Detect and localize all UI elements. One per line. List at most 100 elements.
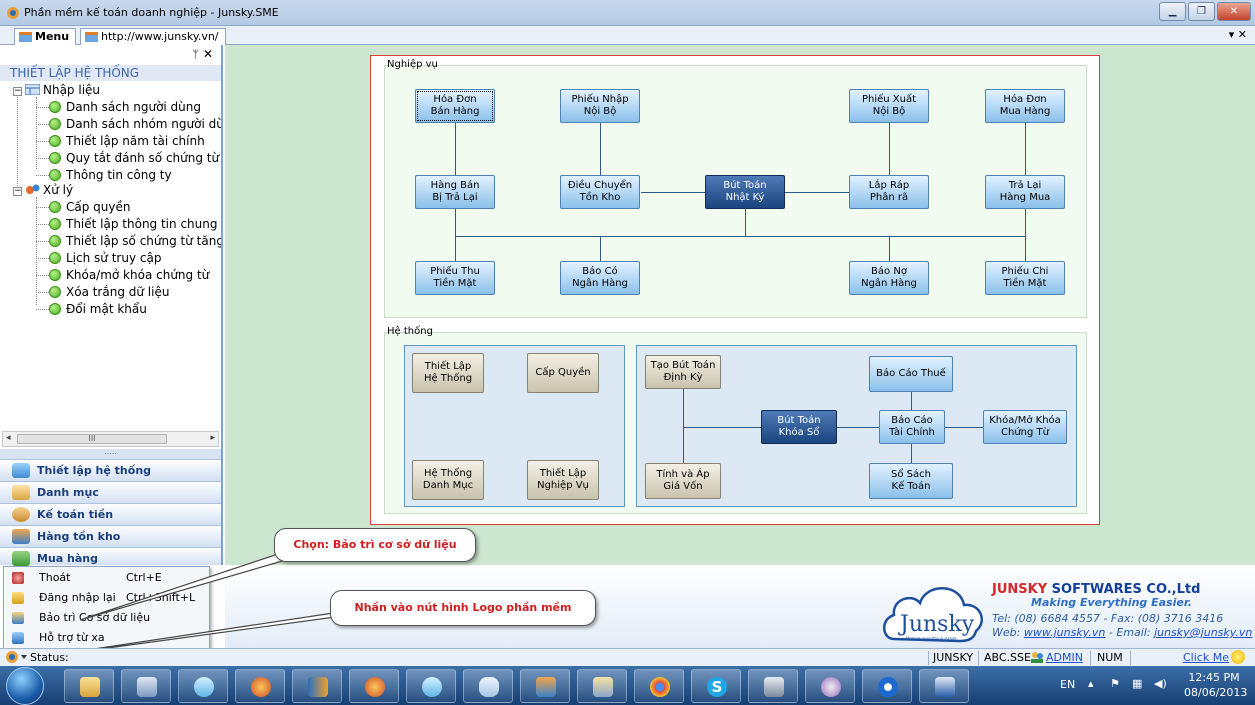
node-label: Nội Bộ (583, 106, 617, 117)
taskbar-app4[interactable] (235, 669, 285, 703)
taskbar-app14[interactable] (805, 669, 855, 703)
website-link[interactable]: www.junsky.vn (1024, 626, 1106, 639)
taskbar-skype[interactable]: S (691, 669, 741, 703)
tree-item-label: Danh sách người dùng (66, 100, 202, 114)
node-tra-lai-hang-mua[interactable]: Trả Lại Hàng Mua (985, 175, 1065, 209)
tree-item-label: Cấp quyền (66, 200, 131, 214)
language-indicator[interactable]: EN (1060, 678, 1075, 691)
taskbar-app10[interactable] (577, 669, 627, 703)
node-label: Phân rã (869, 192, 909, 203)
flag-icon[interactable]: ⚑ (1110, 677, 1120, 690)
taskbar-app9[interactable] (520, 669, 570, 703)
scroll-right-icon[interactable]: ▸ (210, 433, 215, 443)
node-phieu-thu-tien-mat[interactable]: Phiếu Thu Tiền Mặt (415, 261, 495, 295)
tree-item[interactable]: Thiết lập năm tài chính (49, 133, 205, 150)
taskbar-chrome[interactable] (634, 669, 684, 703)
tree-item[interactable]: Cấp quyền (49, 199, 130, 216)
node-khoa-mo-khoa-chung-tu[interactable]: Khóa/Mở Khóa Chứng Từ (983, 410, 1067, 444)
tree-item[interactable]: Danh sách nhóm người dùn (49, 116, 221, 133)
node-dieu-chuyen-ton-kho[interactable]: Điều Chuyển Tồn Kho (560, 175, 640, 209)
node-bao-cao-tai-chinh[interactable]: Báo Cáo Tài Chính (879, 410, 945, 444)
node-bao-co-ngan-hang[interactable]: Báo Có Ngân Hàng (560, 261, 640, 295)
node-thiet-lap-he-thong[interactable]: Thiết Lập Hệ Thống (412, 353, 484, 393)
status-user-link[interactable]: ADMIN (1046, 651, 1083, 664)
tree-item[interactable]: Xóa trắng dữ liệu (49, 284, 169, 301)
node-but-toan-nhat-ky[interactable]: Bút Toán Nhật Ký (705, 175, 785, 209)
logo-menu-icon (6, 651, 27, 663)
tree-item[interactable]: Đổi mật khẩu (49, 301, 147, 318)
tree-item[interactable]: Danh sách người dùng (49, 99, 201, 116)
taskbar-word[interactable] (919, 669, 969, 703)
tab-list-dropdown[interactable]: ▾ ✕ (1229, 28, 1247, 41)
tree-item-label: Đổi mật khẩu (66, 302, 147, 316)
node-bao-no-ngan-hang[interactable]: Báo Nợ Ngân Hàng (849, 261, 929, 295)
taskbar-teamviewer[interactable] (862, 669, 912, 703)
nav-danh-muc[interactable]: Danh mục (0, 481, 221, 503)
scroll-thumb[interactable]: III (17, 434, 167, 444)
tree-item[interactable]: Thiết lập số chứng từ tăng t (49, 233, 221, 250)
node-label: Tiền Mặt (433, 278, 477, 289)
tree-item[interactable]: Khóa/mở khóa chứng từ (49, 267, 209, 284)
node-label: Kế Toán (891, 481, 931, 492)
panel-title: THIẾT LẬP HỆ THỐNG (0, 65, 221, 81)
volume-icon[interactable]: ◀) (1154, 677, 1167, 690)
node-tao-but-toan-dinh-ky[interactable]: Tạo Bút Toán Định Kỳ (645, 355, 721, 389)
nav-thiet-lap-he-thong[interactable]: Thiết lập hệ thống (0, 459, 221, 481)
taskbar-app13[interactable] (748, 669, 798, 703)
taskbar-app6[interactable] (349, 669, 399, 703)
node-hoa-don-ban-hang[interactable]: Hóa Đơn Bán Hàng (415, 89, 495, 123)
tree-group-nhaplieu[interactable]: Nhập liệu (24, 83, 101, 99)
node-hoa-don-mua-hang[interactable]: Hóa Đơn Mua Hàng (985, 89, 1065, 123)
taskbar-explorer[interactable] (64, 669, 114, 703)
node-label: Sổ Sách (891, 469, 931, 480)
node-phieu-chi-tien-mat[interactable]: Phiếu Chi Tiền Mặt (985, 261, 1065, 295)
node-phieu-xuat-noi-bo[interactable]: Phiếu Xuất Nội Bộ (849, 89, 929, 123)
minimize-button[interactable]: ▁ (1159, 2, 1186, 21)
taskbar-app2[interactable] (121, 669, 171, 703)
tree-collapse-icon[interactable]: − (13, 87, 22, 96)
pin-icon[interactable]: ᛘ (192, 48, 199, 61)
tray-expand-icon[interactable]: ▴ (1088, 677, 1094, 690)
check-icon (49, 303, 61, 315)
clock-time[interactable]: 12:45 PM (1184, 671, 1244, 684)
node-label: Trả Lại (1008, 180, 1042, 191)
email-link[interactable]: junsky@junsky.vn (1154, 626, 1252, 639)
node-bao-cao-thue[interactable]: Báo Cáo Thuế (869, 356, 953, 392)
node-tinh-va-ap-gia-von[interactable]: Tính và Áp Giá Vốn (645, 463, 721, 499)
contact-phone: Tel: (08) 6684 4557 - Fax: (08) 3716 341… (992, 612, 1224, 625)
node-phieu-nhap-noi-bo[interactable]: Phiếu Nhập Nội Bộ (560, 89, 640, 123)
start-button[interactable] (6, 667, 44, 705)
node-label: Tiền Mặt (1003, 278, 1047, 289)
maximize-button[interactable]: ❐ (1188, 2, 1215, 21)
tree-group-label: Nhập liệu (43, 83, 101, 97)
node-lap-rap-phan-ra[interactable]: Lắp Ráp Phân rã (849, 175, 929, 209)
node-cap-quyen[interactable]: Cấp Quyền (527, 353, 599, 393)
node-so-sach-ke-toan[interactable]: Sổ Sách Kế Toán (869, 463, 953, 499)
tree-collapse-icon[interactable]: − (13, 187, 22, 196)
clock-date[interactable]: 08/06/2013 (1184, 686, 1247, 699)
node-label: Phiếu Thu (430, 266, 480, 277)
node-but-toan-khoa-so[interactable]: Bút Toán Khóa Sổ (761, 410, 837, 444)
splitter-grip[interactable]: ..... (0, 448, 221, 459)
scroll-left-icon[interactable]: ◂ (6, 433, 11, 443)
tree-item[interactable]: Quy tắt đánh số chứng từ tự (49, 150, 221, 167)
tree-group-xuly[interactable]: Xử lý (25, 182, 73, 199)
node-thiet-lap-nghiep-vu[interactable]: Thiết Lập Nghiệp Vụ (527, 460, 599, 500)
taskbar-app3[interactable] (178, 669, 228, 703)
node-label: Nhật Ký (725, 192, 765, 203)
tree-item[interactable]: Thiết lập thông tin chung (49, 216, 217, 233)
close-panel-icon[interactable]: ✕ (203, 47, 213, 61)
taskbar-junsky[interactable] (463, 669, 513, 703)
taskbar-app7[interactable] (406, 669, 456, 703)
tree-horizontal-scrollbar[interactable]: ◂ III ▸ (2, 431, 219, 447)
tree-item[interactable]: Lịch sử truy cập (49, 250, 161, 267)
node-he-thong-danh-muc[interactable]: Hệ Thống Danh Mục (412, 460, 484, 500)
node-hang-ban-bi-tra-lai[interactable]: Hàng Bán Bị Trả Lại (415, 175, 495, 209)
network-icon[interactable]: ▦ (1132, 677, 1142, 690)
check-icon (49, 169, 61, 181)
tab-menu[interactable]: Menu (14, 28, 77, 45)
tab-website[interactable]: http://www.junsky.vn/ (80, 28, 226, 45)
click-me-link[interactable]: Click Me (1183, 651, 1229, 664)
close-button[interactable]: ✕ (1217, 2, 1251, 21)
taskbar-app5[interactable] (292, 669, 342, 703)
